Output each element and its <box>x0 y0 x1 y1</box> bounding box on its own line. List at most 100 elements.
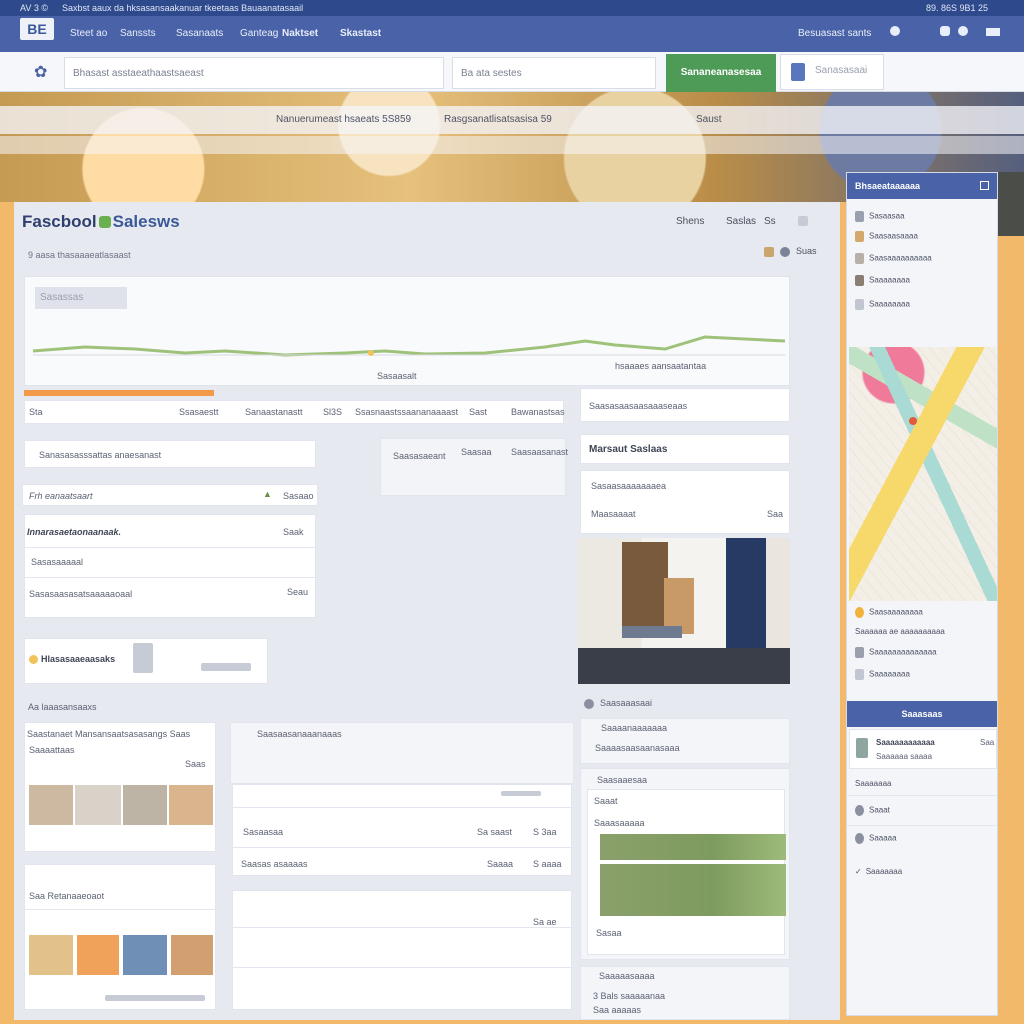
hero-tab-1[interactable]: Nanuerumeast hsaeats 5S859 <box>276 114 411 125</box>
location-map[interactable] <box>849 347 997 601</box>
sidebar-item[interactable]: Saaaaaaaa <box>855 299 910 310</box>
highlight-card[interactable]: Hlasasaaeaasaks <box>24 638 268 684</box>
photo-thumb[interactable] <box>29 785 73 825</box>
table-title: Saasaasanaaanaaas <box>257 729 342 739</box>
gallery-2-title: Saa Retanaaeoaot <box>29 891 105 901</box>
photo-thumb[interactable] <box>77 935 119 975</box>
right-sidebar: Bhsaeataaaaaa Sasaasaa Saasaasaaaa Saasa… <box>846 172 998 1016</box>
os-title-bar: AV 3 © Saxbst aaux da hksasansaakanuar t… <box>0 0 1024 16</box>
sidebar-footer-item[interactable]: ✓ Saaaaaaa <box>855 867 902 876</box>
sidebar-item[interactable]: Saaaaaa ae aaaaaaaaaa <box>855 627 945 636</box>
send-icon[interactable] <box>986 28 1000 36</box>
account-box[interactable]: Sanasasaai <box>780 54 884 90</box>
sidebar-feature[interactable]: Saaaaaaaaaaaa Saaaaaa saaaa Saa <box>849 729 997 769</box>
info-side-3: Saasaasanast <box>511 447 569 457</box>
gallery-card-1[interactable]: Saastanaet Mansansaatsasasangs Saas Saaa… <box>24 722 216 852</box>
highlight-label: Hlasasaaeaasaks <box>29 654 115 665</box>
bird-icon[interactable]: ✿ <box>34 62 47 82</box>
divider <box>233 927 573 928</box>
photo-thumb[interactable] <box>29 935 73 975</box>
close-icon[interactable] <box>798 216 808 226</box>
sidebar-item[interactable]: Saasaaaaaaaaaa <box>855 253 932 264</box>
stat-6: Sast <box>469 407 488 417</box>
sidebar-header-title: Bhsaeataaaaaa <box>855 181 921 191</box>
product-photo[interactable] <box>578 538 790 684</box>
right-edge-background <box>998 236 1024 1024</box>
info-row-label: Sanasasasssattas anaesanast <box>39 450 162 460</box>
post-button[interactable]: Sananeanasesaa <box>666 54 776 92</box>
col3-bottom-3: Saa aaaaas <box>593 1005 642 1015</box>
bulb-icon <box>29 655 38 665</box>
tab-shens[interactable]: Shens <box>676 216 704 227</box>
chart-line <box>32 335 786 357</box>
list-header[interactable]: Frh eanaatsaart ▲ Sasaao <box>22 484 318 506</box>
sidebar-footer-item[interactable]: Saaaaa <box>855 833 897 844</box>
sidebar-item[interactable]: Saasaaaaaaaa <box>855 607 923 618</box>
box-icon[interactable] <box>764 246 774 257</box>
notifications-icon[interactable] <box>890 26 900 36</box>
photo-thumb[interactable] <box>171 935 213 975</box>
stat-7: Bawanastsas <box>511 407 565 417</box>
nav-account-label[interactable]: Besuasast sants <box>798 28 871 39</box>
feature-title: Saaaaaaaaaaaa <box>876 738 935 747</box>
window-icon[interactable] <box>980 181 989 190</box>
activity-chart-card: Sasassas Sasaasalt hsaaaes aansaatantaa <box>24 276 790 386</box>
table-cell: Sasaasaa <box>243 827 284 837</box>
sidebar-item[interactable]: Saaaaaaaaaaaaaa <box>855 647 937 658</box>
divider <box>233 807 573 808</box>
app-logo[interactable]: BE <box>20 18 54 40</box>
info-side-panel: Saasasaeant Saasaa Saasaasanast <box>380 438 569 496</box>
photo-thumb[interactable] <box>169 785 213 825</box>
nav-item-5[interactable]: Naktset <box>282 28 318 39</box>
brand-name: Fascbool <box>22 212 97 231</box>
breadcrumb: 9 aasa thasaaaeatlasaast <box>28 250 131 260</box>
nav-item-4[interactable]: Ganteag <box>240 28 278 39</box>
stat-3: Sanaastanastt <box>245 407 303 417</box>
data-table: Sasaasaa Sa saast S 3aa Saasas asaaaas S… <box>232 784 573 876</box>
sidebar-item[interactable]: Saaaaaaaa <box>855 669 910 680</box>
sidebar-footer-label: Saaat <box>869 805 890 815</box>
sidebar-item-label: Saaaaaaaa <box>869 275 910 285</box>
sidebar-section-header: Saaasaas <box>847 701 997 727</box>
filter-input[interactable]: Ba ata sestes <box>452 57 656 89</box>
progress-panel: Saasaaesaa Saaat Saaasaaaaa Sasaa <box>580 768 790 960</box>
stat-1: Sta <box>29 407 43 417</box>
tab-ss[interactable]: Ss <box>764 216 776 227</box>
top-navbar: BE Steet ao Sanssts Sasanaats Ganteag Na… <box>0 16 1024 52</box>
stat-2: Ssasaestt <box>179 407 219 417</box>
table-row[interactable]: Sasaasaa Sa saast S 3aa <box>233 823 573 843</box>
col3-row-1[interactable]: Saasasaasaasaaaseaas <box>580 388 790 422</box>
photo-thumb[interactable] <box>123 785 167 825</box>
sidebar-item[interactable]: Saaaaaaaa <box>855 275 910 286</box>
photo-thumb[interactable] <box>123 935 167 975</box>
gallery-card-2[interactable]: Saa Retanaaeoaot <box>24 864 217 1010</box>
search-input[interactable]: Bhasast asstaeathaastsaeast <box>64 57 444 89</box>
sidebar-item[interactable]: Sasaasaa <box>855 211 905 222</box>
sidebar-header: Bhsaeataaaaaa <box>847 173 997 199</box>
check-icon: ✓ <box>855 867 862 876</box>
nav-item-1[interactable]: Steet ao <box>70 28 107 39</box>
feature-icon <box>856 738 868 758</box>
header-icon-label[interactable]: Suas <box>796 246 817 256</box>
card-title-right: Saak <box>283 527 304 537</box>
sidebar-footer-item[interactable]: Saaat <box>855 805 890 816</box>
shield-icon[interactable] <box>780 246 790 257</box>
table-row[interactable]: Saasas asaaaas Saaaa S aaaa <box>233 855 573 875</box>
sidebar-item-label: Saasaasaaaa <box>869 231 918 241</box>
hero-tab-2[interactable]: Rasgsanatlisatsasisa 59 <box>444 114 552 125</box>
col3-card[interactable]: Sasaasaaaaaaaea Maasaaaat Saa <box>580 470 790 534</box>
sidebar-item-label: Saasaaaaaaaa <box>869 607 923 617</box>
nav-item-3[interactable]: Sasanaats <box>176 28 223 39</box>
sidebar-item-label: Saaaaaaaa <box>869 299 910 309</box>
photo-thumb[interactable] <box>75 785 121 825</box>
nav-item-6[interactable]: Skastast <box>340 28 381 39</box>
sidebar-section-title: Saaasaas <box>901 709 943 719</box>
sidebar-item[interactable]: Saasaasaaaa <box>855 231 918 242</box>
tab-saslas[interactable]: Saslas <box>726 216 756 227</box>
table-sort-bar <box>501 791 541 796</box>
sidebar-item-label: Saaaaaaaaaaaaaa <box>869 647 937 657</box>
settings-icon[interactable] <box>958 26 968 36</box>
messages-icon[interactable] <box>940 26 950 36</box>
nav-item-2[interactable]: Sanssts <box>120 28 156 39</box>
hero-tab-3[interactable]: Saust <box>696 114 722 125</box>
